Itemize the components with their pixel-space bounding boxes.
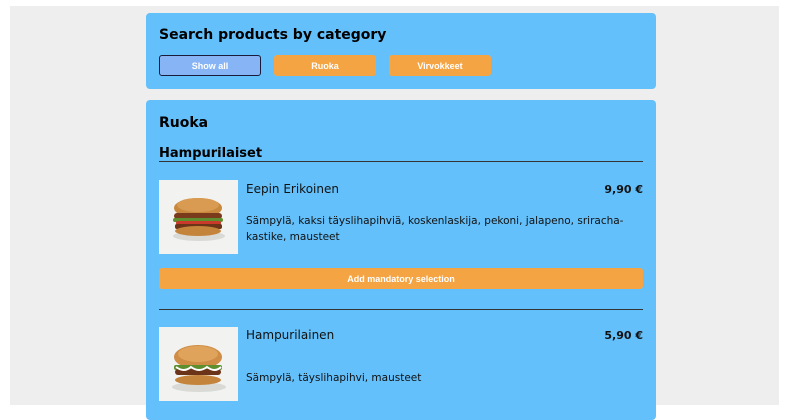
- ruoka-filter-button[interactable]: Ruoka: [274, 55, 376, 76]
- add-mandatory-selection-button[interactable]: Add mandatory selection: [159, 268, 643, 289]
- product-price: 5,90 €: [604, 329, 643, 342]
- product-name[interactable]: Eepin Erikoinen: [246, 182, 339, 196]
- product-description: Sämpylä, kaksi täyslihapihviä, koskenlas…: [246, 215, 624, 243]
- product-image-hampurilainen[interactable]: [159, 327, 238, 401]
- menu-panel: Ruoka Hampurilaiset Eepin Erikoinen 9,90…: [146, 100, 656, 420]
- divider: [159, 161, 643, 162]
- product-price: 9,90 €: [604, 183, 643, 196]
- product-image-eepin-erikoinen[interactable]: [159, 180, 238, 254]
- product-name[interactable]: Hampurilainen: [246, 328, 334, 342]
- virvokkeet-filter-button[interactable]: Virvokkeet: [389, 55, 491, 76]
- search-title: Search products by category: [159, 27, 387, 43]
- category-search-panel: Search products by category Show all Ruo…: [146, 13, 656, 89]
- subcategory-title: Hampurilaiset: [159, 146, 263, 161]
- burger-icon: [159, 180, 238, 254]
- show-all-button[interactable]: Show all: [159, 55, 261, 76]
- category-title: Ruoka: [159, 115, 209, 131]
- product-description: Sämpylä, täyslihapihvi, mausteet: [246, 372, 422, 384]
- burger-icon: [159, 327, 238, 401]
- divider: [159, 309, 643, 310]
